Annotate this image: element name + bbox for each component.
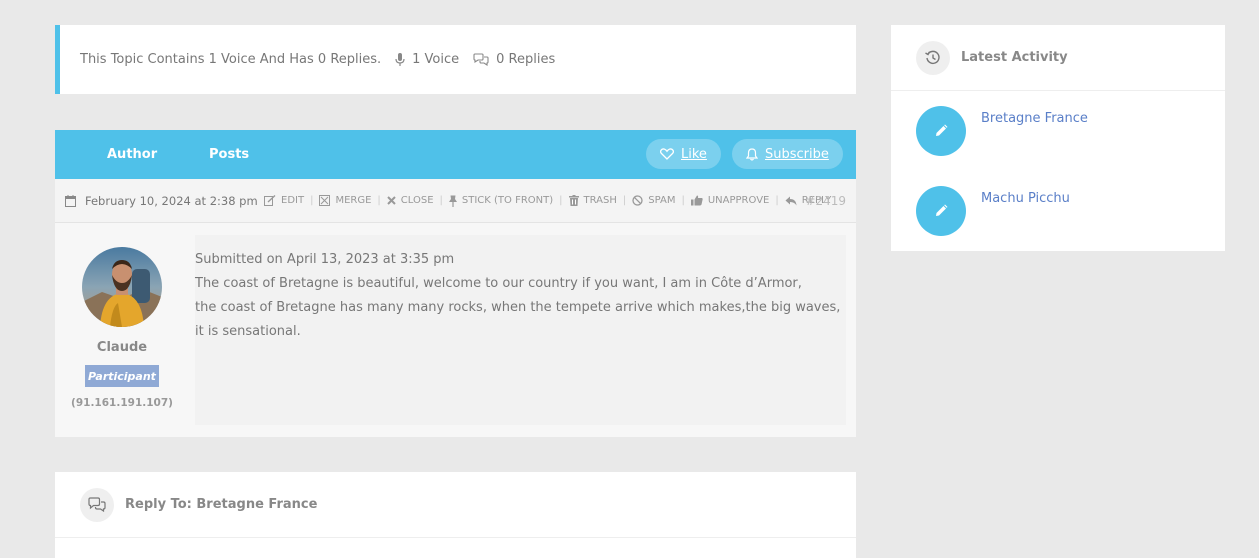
author-role-badge: Participant (85, 365, 159, 387)
separator: | (310, 195, 314, 206)
separator: | (559, 195, 563, 206)
column-author: Author (107, 147, 158, 162)
spam-link[interactable]: Spam (632, 195, 675, 206)
activity-item: Bretagne France (916, 106, 1088, 156)
separator: | (681, 195, 685, 206)
unapprove-link[interactable]: Unapprove (690, 195, 770, 206)
merge-label: Merge (335, 195, 372, 206)
topic-info-bar: This Topic Contains 1 Voice And Has 0 Re… (55, 25, 856, 94)
pencil-icon (916, 106, 966, 156)
reply-date: February 10, 2024 at 2:38 pm (65, 194, 258, 208)
subscribe-label: Subscribe (765, 146, 829, 162)
ban-icon (632, 195, 643, 206)
separator: | (377, 195, 381, 206)
submitted-date: Submitted on April 13, 2023 at 3:35 pm (195, 252, 455, 267)
like-label: Like (681, 146, 707, 162)
widget-title: Latest Activity (961, 50, 1068, 65)
reply-form-header: Reply To: Bretagne France (55, 472, 856, 538)
trash-label: Trash (583, 195, 617, 206)
trash-icon (568, 195, 579, 206)
pencil-icon (916, 186, 966, 236)
history-icon (916, 40, 950, 75)
reply-meta-bar: February 10, 2024 at 2:38 pm Edit | Merg… (55, 179, 856, 223)
pin-icon (448, 195, 457, 207)
separator: | (775, 195, 779, 206)
trash-link[interactable]: Trash (568, 195, 617, 206)
reply-form-title: Reply To: Bretagne France (125, 497, 318, 512)
bell-icon (746, 147, 758, 161)
author-ip: (91.161.191.107) (71, 397, 173, 409)
activity-link[interactable]: Machu Picchu (981, 191, 1070, 236)
activity-item: Machu Picchu (916, 186, 1070, 236)
voice-count-label: 1 Voice (412, 52, 460, 67)
heart-icon (660, 148, 674, 160)
avatar-photo (82, 247, 162, 327)
reply-text-line: the coast of Bretagne has many many rock… (195, 300, 841, 339)
unapprove-label: Unapprove (707, 195, 770, 206)
close-icon (387, 196, 396, 205)
merge-link[interactable]: Merge (319, 195, 371, 206)
topic-description: This Topic Contains 1 Voice And Has 0 Re… (80, 52, 382, 67)
edit-icon (264, 195, 276, 206)
reply-count-label: 0 Replies (496, 52, 556, 67)
subscribe-button[interactable]: Subscribe (732, 139, 843, 169)
activity-link[interactable]: Bretagne France (981, 111, 1088, 156)
thread-header: Author Posts Like Subscribe (55, 130, 856, 179)
reply-form: Reply To: Bretagne France (55, 472, 856, 558)
latest-activity-widget: Latest Activity Bretagne France Machu Pi… (891, 25, 1225, 251)
admin-links: Edit | Merge | Close | Stick (To Front) … (264, 195, 831, 207)
author-name[interactable]: Claude (55, 340, 189, 355)
voice-count: 1 Voice (395, 52, 459, 67)
like-button[interactable]: Like (646, 139, 721, 169)
microphone-icon (395, 52, 405, 66)
merge-icon (319, 195, 331, 206)
spam-label: Spam (648, 195, 676, 206)
avatar[interactable] (82, 247, 162, 327)
separator: | (439, 195, 443, 206)
separator: | (622, 195, 627, 206)
close-label: Close (400, 195, 434, 206)
reply-date-label: February 10, 2024 at 2:38 pm (85, 193, 258, 208)
widget-header: Latest Activity (891, 25, 1225, 91)
reply-body: Claude Participant (91.161.191.107) Subm… (55, 223, 856, 437)
stick-link[interactable]: Stick (To Front) (448, 195, 554, 207)
column-posts: Posts (209, 147, 250, 162)
reply-content: Submitted on April 13, 2023 at 3:35 pm T… (195, 235, 846, 425)
reply-permalink[interactable]: #2419 (805, 194, 846, 208)
reply-icon (785, 196, 797, 205)
close-link[interactable]: Close (387, 195, 434, 206)
comments-icon (80, 487, 114, 522)
comments-icon (473, 53, 489, 66)
thumbs-up-icon (690, 195, 703, 206)
reply-text-line: The coast of Bretagne is beautiful, welc… (195, 276, 802, 291)
reply-count: 0 Replies (473, 52, 555, 67)
calendar-icon (65, 194, 76, 207)
stick-label: Stick (To Front) (461, 195, 554, 206)
edit-label: Edit (281, 195, 305, 206)
edit-link[interactable]: Edit (264, 195, 304, 206)
